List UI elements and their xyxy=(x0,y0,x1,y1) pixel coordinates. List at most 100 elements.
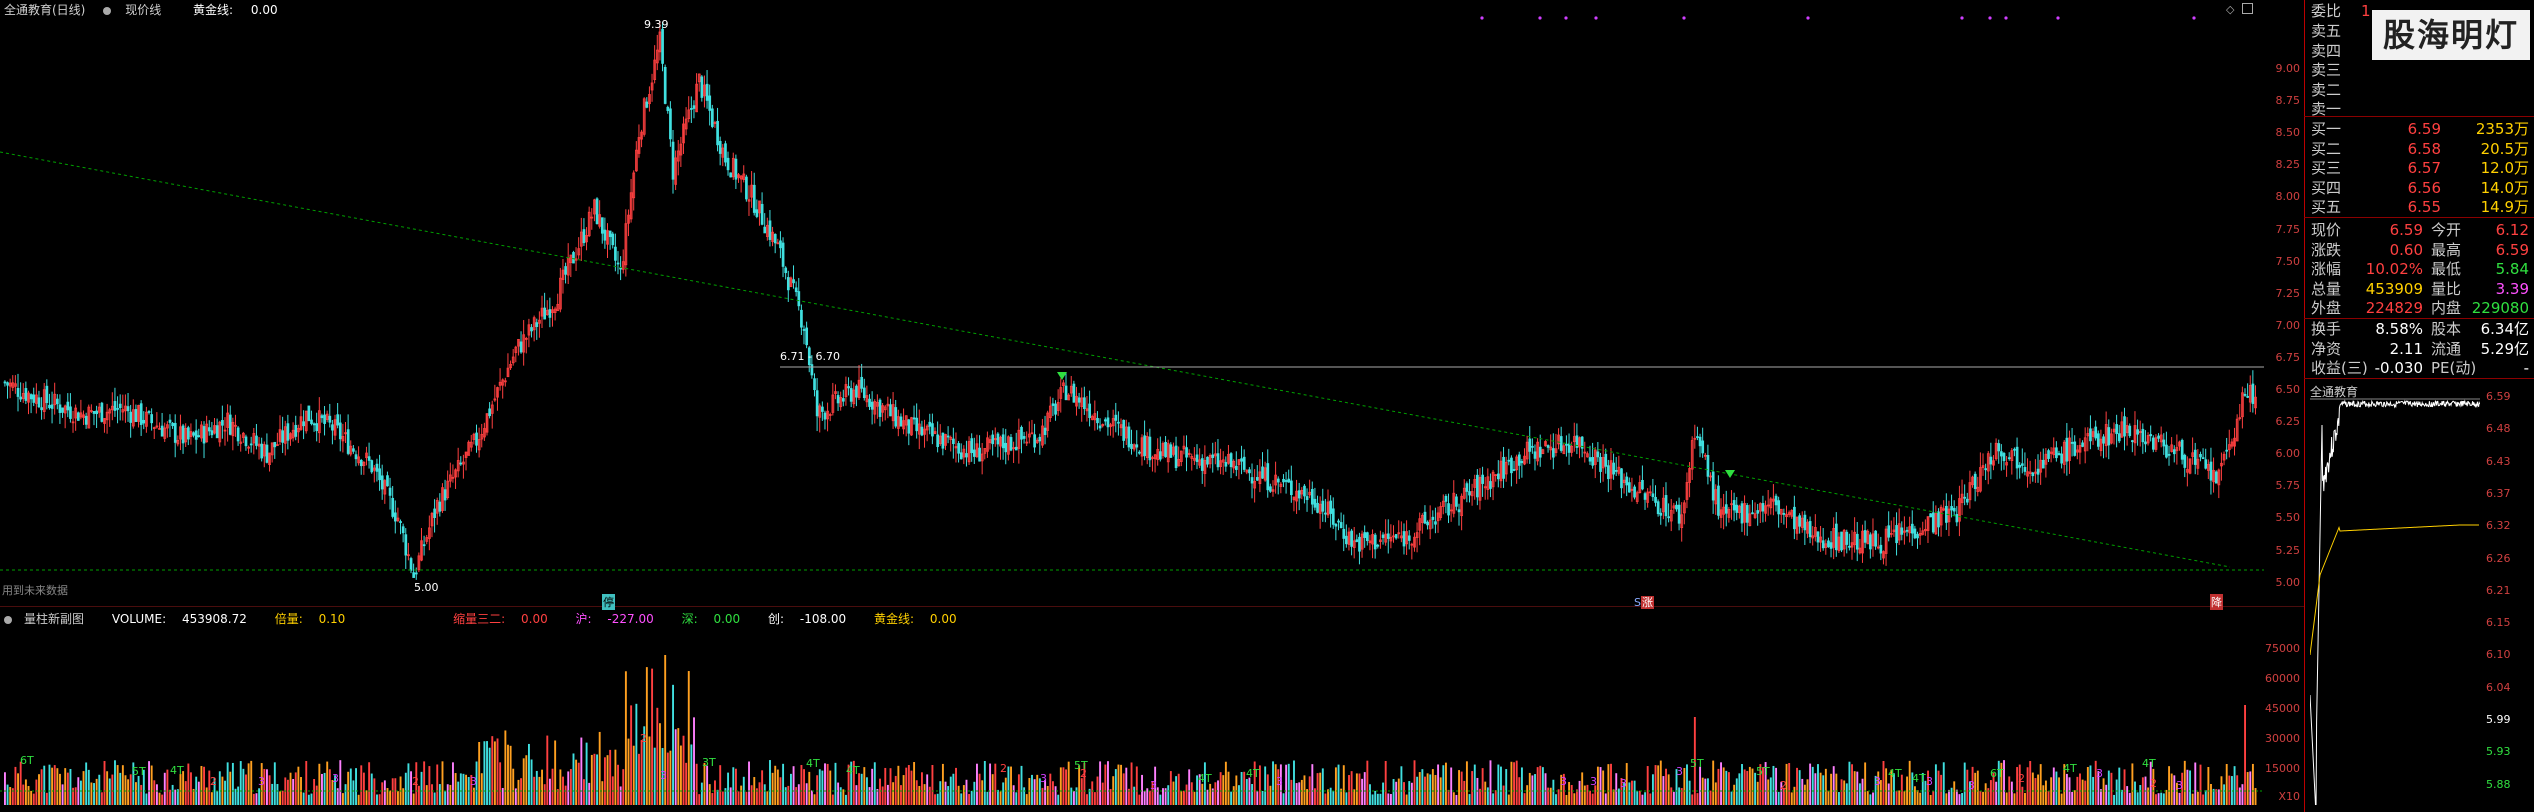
settings-dot-icon[interactable] xyxy=(103,7,112,15)
candle-body xyxy=(171,422,174,427)
candle-body xyxy=(1266,463,1270,491)
candle-body xyxy=(1386,533,1390,539)
candle-body xyxy=(1829,542,1833,549)
candle-body xyxy=(2107,427,2111,446)
candle-body xyxy=(1381,534,1385,538)
stock-title[interactable]: 全通教育(日线) xyxy=(0,3,85,17)
candle-body xyxy=(399,521,402,523)
candle-body xyxy=(1423,511,1427,524)
candle-body xyxy=(1331,508,1335,525)
candle-body xyxy=(813,378,816,391)
quote-row: 买四 6.56 14.0万 xyxy=(2311,179,2531,198)
candle-body xyxy=(475,432,478,446)
candle-body xyxy=(1848,545,1851,548)
intraday-tick: 6.32 xyxy=(2486,519,2511,533)
candle-body xyxy=(113,401,117,411)
candle-body xyxy=(139,403,143,425)
candle-body xyxy=(1104,419,1107,422)
candle-body xyxy=(600,217,604,234)
candle-body xyxy=(1130,443,1133,449)
candle-body xyxy=(1798,515,1801,527)
candle-body xyxy=(6,382,9,386)
candle-body xyxy=(2128,425,2132,436)
candle-body xyxy=(779,240,782,249)
resistance-label: 6.71 - 6.70 xyxy=(780,350,840,363)
signal-dot xyxy=(2056,16,2060,20)
stat-value-2: - xyxy=(2523,359,2529,378)
candle-body xyxy=(1855,533,1859,550)
count-signal-label: 3 xyxy=(1276,775,1283,788)
intraday-chart[interactable] xyxy=(2310,395,2480,805)
candle-body xyxy=(619,267,623,270)
candle-body xyxy=(608,230,612,238)
candle-body xyxy=(763,226,767,234)
candle-body xyxy=(1122,419,1126,441)
candle-body xyxy=(1127,426,1131,448)
candlestick-chart[interactable] xyxy=(0,0,2264,605)
candle-body xyxy=(286,423,290,441)
quote-row: 买一 6.59 2353万 xyxy=(2311,120,2531,139)
candle-body xyxy=(889,404,892,417)
quote-row: 买五 6.55 14.9万 xyxy=(2311,198,2531,217)
candle-body xyxy=(1242,456,1246,470)
candle-body xyxy=(1117,421,1120,424)
candle-body xyxy=(192,432,195,436)
candle-body xyxy=(142,419,146,424)
count-signal-label: 2 xyxy=(640,732,647,745)
indicator-golden-line: 黄金线: 0.00 xyxy=(193,3,278,17)
price-tick: 8.50 xyxy=(2275,126,2301,140)
candle-body xyxy=(1874,530,1877,547)
candle-body xyxy=(1628,482,1631,493)
candle-body xyxy=(711,108,714,127)
candle-body xyxy=(302,421,305,427)
window-controls[interactable]: ◇ xyxy=(2226,3,2253,16)
candle-body xyxy=(2094,426,2098,439)
candle-body xyxy=(2204,459,2208,469)
candle-body xyxy=(1507,459,1511,462)
intraday-axis: 6.59 6.48 6.43 6.37 6.32 6.26 6.21 6.15 6.10 6.04… xyxy=(2480,390,2530,810)
candle-body xyxy=(1517,454,1521,466)
intraday-tick: 6.37 xyxy=(2486,486,2511,500)
candle-body xyxy=(1717,485,1720,516)
candle-body xyxy=(1276,478,1280,483)
candle-body xyxy=(76,412,80,421)
candle-body xyxy=(1913,528,1917,539)
restore-icon[interactable] xyxy=(2241,3,2253,14)
candle-body xyxy=(386,475,389,487)
candle-body xyxy=(1735,504,1739,513)
candle-body xyxy=(2201,457,2205,460)
candle-body xyxy=(1004,442,1008,453)
candle-body xyxy=(1269,486,1272,492)
candle-body xyxy=(1114,414,1118,421)
candle-body xyxy=(1287,478,1291,483)
candle-body xyxy=(2144,441,2147,445)
candle-body xyxy=(1009,437,1013,451)
candle-body xyxy=(312,423,316,426)
candle-body xyxy=(1310,488,1314,505)
candle-body xyxy=(802,329,806,331)
candle-body xyxy=(1895,525,1898,544)
candle-body xyxy=(899,416,903,427)
count-signal-label: 2 xyxy=(210,775,217,788)
candle-body xyxy=(401,526,405,534)
candle-body xyxy=(1476,474,1479,498)
candle-body xyxy=(1538,446,1542,458)
candle-body xyxy=(197,435,201,437)
candle-body xyxy=(2070,442,2074,444)
candle-body xyxy=(194,430,198,440)
t-signal-label: 5T xyxy=(132,765,146,778)
candle-body xyxy=(2018,464,2022,468)
candle-body xyxy=(2199,454,2202,458)
candle-body xyxy=(129,411,133,423)
candle-body xyxy=(1297,490,1301,499)
candle-body xyxy=(315,423,319,432)
candle-body xyxy=(946,435,950,438)
candle-body xyxy=(1394,534,1398,539)
diamond-icon[interactable]: ◇ xyxy=(2226,3,2234,16)
candle-body xyxy=(228,414,232,435)
candle-body xyxy=(160,425,164,437)
candle-body xyxy=(29,394,33,400)
stat-row: 收益(三) -0.030 PE(动) - xyxy=(2311,359,2531,378)
candle-body xyxy=(66,401,70,411)
indicator-current-price-line[interactable]: 现价线 xyxy=(103,3,175,17)
